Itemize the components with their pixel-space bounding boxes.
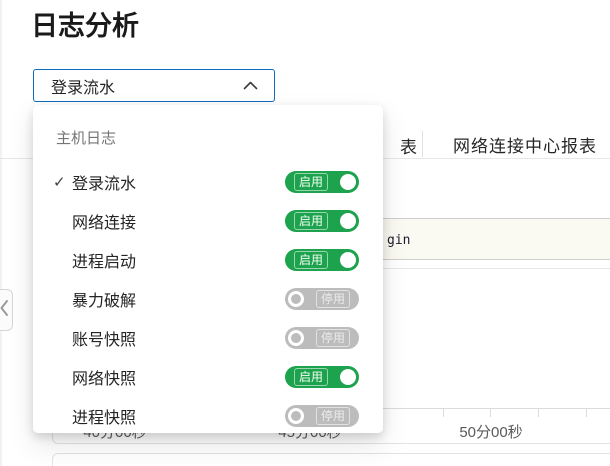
toggle-network-snapshot[interactable]: 启用 <box>285 365 359 388</box>
toggle-process-snapshot[interactable]: 停用 <box>285 404 359 427</box>
toggle-knob <box>340 368 356 385</box>
tab-partial[interactable]: 表 <box>400 133 417 158</box>
log-type-dropdown[interactable]: 登录流水 <box>33 69 275 102</box>
menu-item-label: 账号快照 <box>72 331 137 349</box>
toggle-state-label: 启用 <box>294 250 329 269</box>
chevron-left-icon <box>0 296 10 325</box>
menu-item-account-snapshot[interactable]: 账号快照 停用 <box>33 318 383 357</box>
toggle-brute-force[interactable]: 停用 <box>285 287 359 310</box>
menu-section-header: 主机日志 <box>56 130 117 147</box>
toggle-state-label: 停用 <box>315 328 350 347</box>
menu-item-process-snapshot[interactable]: 进程快照 停用 <box>33 396 383 435</box>
menu-item-label: 进程启动 <box>72 253 137 271</box>
check-icon: ✓ <box>53 173 66 191</box>
toggle-account-snapshot[interactable]: 停用 <box>285 326 359 349</box>
axis-label: 50分00秒 <box>459 424 523 441</box>
axis-tick <box>538 408 539 417</box>
menu-item-label: 网络快照 <box>72 370 137 388</box>
toggle-process-start[interactable]: 启用 <box>285 248 359 271</box>
log-analysis-screen: 表 网络连接中心报表 gin 40分00秒 45分00秒 50分00秒 日志分析… <box>0 0 610 466</box>
axis-tick <box>586 408 587 417</box>
toggle-knob <box>340 173 356 190</box>
toggle-state-label: 停用 <box>315 406 350 425</box>
next-card <box>52 453 610 466</box>
menu-item-label: 登录流水 <box>72 175 137 193</box>
toggle-knob <box>340 251 356 268</box>
toggle-login-records[interactable]: 启用 <box>285 170 359 193</box>
page-title: 日志分析 <box>31 11 139 41</box>
axis-tick <box>490 408 491 417</box>
axis-tick <box>443 408 444 417</box>
menu-item-brute-force[interactable]: 暴力破解 停用 <box>33 279 383 318</box>
menu-item-label: 网络连接 <box>72 214 137 232</box>
menu-item-network-connection[interactable]: 网络连接 启用 <box>33 201 383 240</box>
toggle-knob <box>288 407 304 424</box>
chevron-up-icon <box>243 81 258 90</box>
query-text: gin <box>387 233 411 248</box>
toggle-knob <box>288 329 304 346</box>
menu-item-login-records[interactable]: ✓ 登录流水 启用 <box>33 162 383 201</box>
tab-divider <box>422 131 423 157</box>
toggle-knob <box>288 290 304 307</box>
sidebar-collapse-handle[interactable] <box>0 289 13 331</box>
log-type-menu: 主机日志 ✓ 登录流水 启用 网络连接 启用 进程启动 启用 暴力破解 停用 账… <box>33 105 383 433</box>
menu-item-label: 暴力破解 <box>72 292 137 310</box>
toggle-network-connection[interactable]: 启用 <box>285 209 359 232</box>
menu-item-label: 进程快照 <box>72 409 137 427</box>
toggle-state-label: 启用 <box>294 211 329 230</box>
tab-network-connection-center-report[interactable]: 网络连接中心报表 <box>453 132 597 157</box>
toggle-state-label: 启用 <box>294 172 329 191</box>
menu-item-process-start[interactable]: 进程启动 启用 <box>33 240 383 279</box>
dropdown-selected-value: 登录流水 <box>51 79 116 97</box>
menu-item-network-snapshot[interactable]: 网络快照 启用 <box>33 357 383 396</box>
toggle-state-label: 停用 <box>315 289 350 308</box>
toggle-state-label: 启用 <box>294 367 329 386</box>
toggle-knob <box>340 212 356 229</box>
